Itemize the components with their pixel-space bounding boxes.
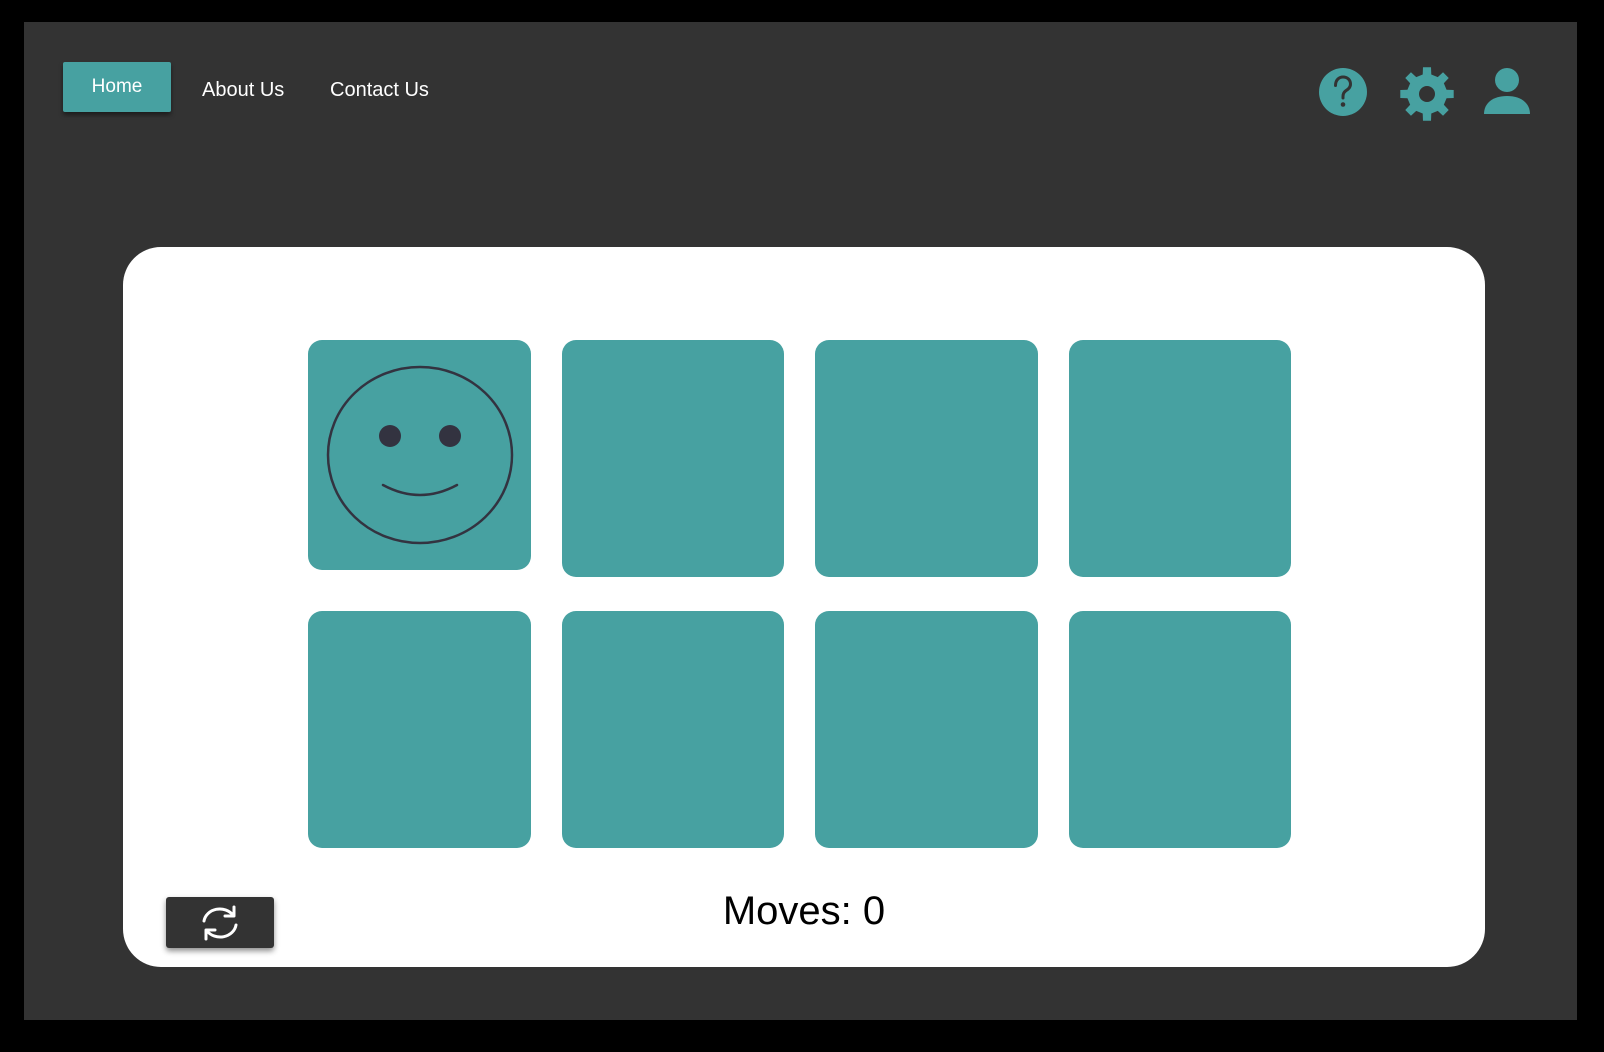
app-window: Home About Us Contact Us Moves: 0 [24, 22, 1577, 1020]
moves-count: 0 [862, 889, 886, 933]
restart-button[interactable] [166, 897, 274, 948]
memory-card-hidden[interactable] [1069, 611, 1291, 848]
settings-gear-icon[interactable] [1399, 66, 1455, 122]
memory-card-revealed[interactable] [308, 340, 531, 570]
moves-counter: Moves: 0 [123, 887, 1485, 935]
help-icon[interactable] [1318, 67, 1368, 117]
memory-card-hidden[interactable] [815, 340, 1038, 577]
game-board: Moves: 0 [123, 247, 1485, 967]
nav-home-button[interactable]: Home [63, 62, 171, 112]
user-profile-icon[interactable] [1483, 67, 1531, 115]
memory-card-hidden[interactable] [308, 611, 531, 848]
nav-contact-link[interactable]: Contact Us [330, 77, 429, 103]
nav-about-link[interactable]: About Us [202, 77, 284, 103]
memory-card-hidden[interactable] [815, 611, 1038, 848]
smiley-face-icon [326, 365, 514, 545]
memory-card-hidden[interactable] [562, 611, 784, 848]
memory-card-hidden[interactable] [562, 340, 784, 577]
moves-label: Moves: [722, 889, 852, 933]
memory-card-hidden[interactable] [1069, 340, 1291, 577]
refresh-icon [202, 905, 238, 941]
